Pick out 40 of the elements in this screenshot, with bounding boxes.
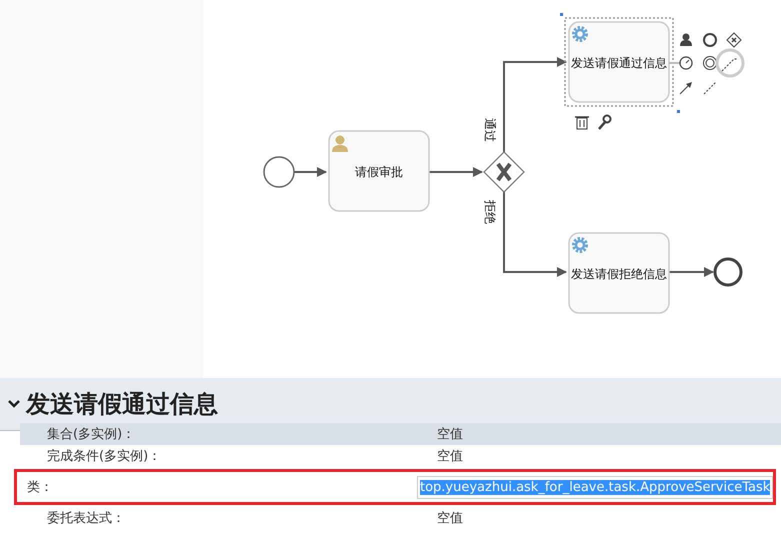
arrow-icon[interactable] xyxy=(680,82,692,94)
corner-handle[interactable] xyxy=(560,13,563,16)
property-label: 完成条件(多实例)： xyxy=(47,448,162,465)
gear-icon xyxy=(572,26,588,42)
input-field[interactable]: top.yueyazhui.ask_for_leave.task.ApproveServiceTask xyxy=(417,476,774,498)
event-circle-icon[interactable] xyxy=(703,33,717,47)
trash-icon[interactable] xyxy=(575,116,589,130)
start-event[interactable] xyxy=(263,156,295,188)
flow-label: 拒绝 xyxy=(483,200,497,224)
corner-handle[interactable] xyxy=(677,110,680,113)
user-icon xyxy=(332,136,348,152)
double-circle-icon[interactable] xyxy=(703,56,717,70)
chevron-icon[interactable] xyxy=(8,400,20,408)
task-label: 发送请假通过信息 xyxy=(571,56,667,70)
exclusive-gateway[interactable] xyxy=(483,151,525,193)
task-label: 请假审批 xyxy=(355,165,403,179)
hover-ring xyxy=(716,48,744,78)
flow-label: 通过 xyxy=(483,118,497,142)
task-node[interactable] xyxy=(328,130,430,212)
user-icon[interactable] xyxy=(680,34,692,46)
sequence-flow[interactable] xyxy=(669,267,714,277)
sequence-flow[interactable] xyxy=(503,57,567,152)
sequence-flow[interactable] xyxy=(429,167,483,177)
sequence-flow[interactable] xyxy=(294,167,327,177)
property-label: 集合(多实例)： xyxy=(47,426,136,443)
connection-icon[interactable] xyxy=(722,58,738,72)
association-icon[interactable] xyxy=(704,82,716,94)
property-value: 空值 xyxy=(437,426,464,443)
task-node[interactable] xyxy=(568,232,670,314)
task-label: 发送请假拒绝信息 xyxy=(571,267,667,281)
property-value: 空值 xyxy=(437,448,464,465)
sequence-flow[interactable] xyxy=(503,192,567,277)
panel-title: 发送请假通过信息 xyxy=(26,389,218,420)
property-label: 委托表达式： xyxy=(47,510,126,527)
end-event[interactable] xyxy=(714,258,742,286)
property-value: 空值 xyxy=(437,510,464,527)
gateway-icon[interactable] xyxy=(726,32,742,48)
gear-icon xyxy=(572,237,588,253)
timer-icon[interactable] xyxy=(679,56,693,70)
property-label: 类： xyxy=(27,479,54,496)
